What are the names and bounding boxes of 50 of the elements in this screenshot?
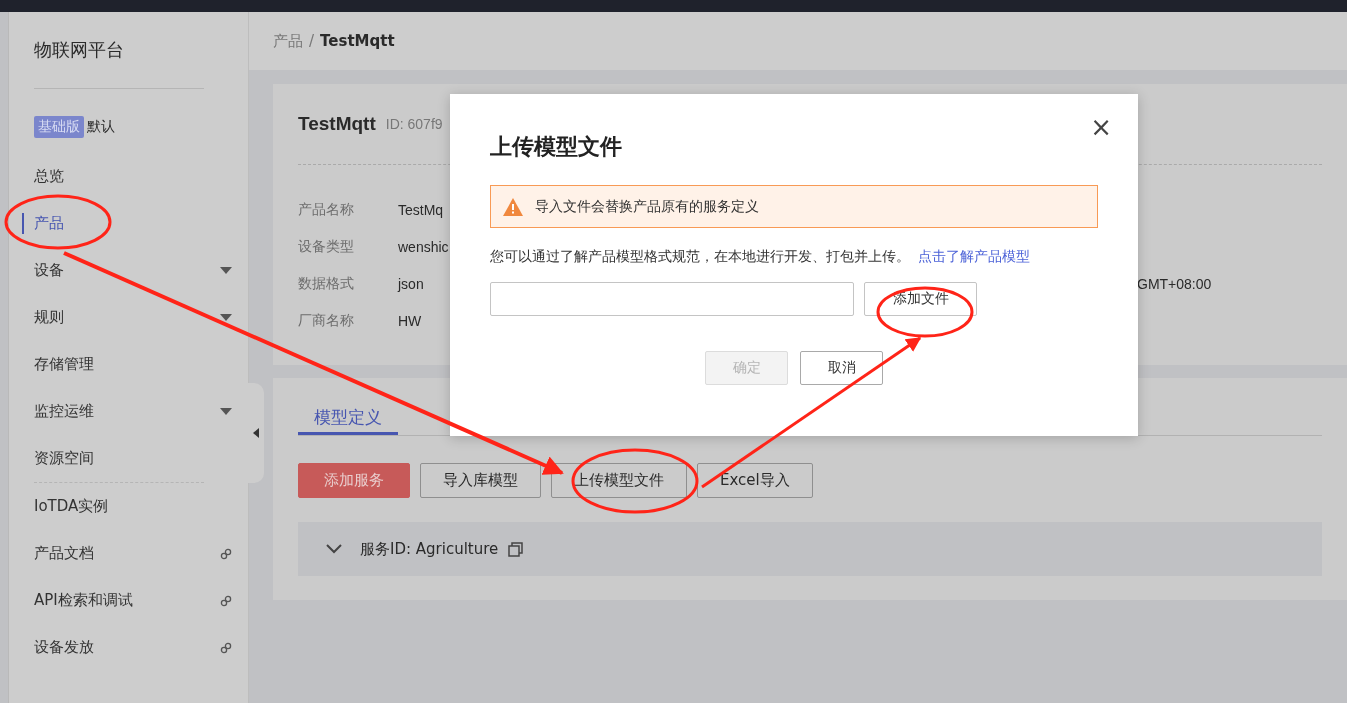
link-icon (220, 641, 232, 654)
edition-badge: 基础版 (34, 116, 84, 138)
chevron-icon[interactable] (326, 544, 342, 554)
detail-label: 厂商名称 (298, 310, 354, 330)
model-doc-link[interactable]: 点击了解产品模型 (918, 248, 1030, 266)
close-button[interactable]: × (1086, 112, 1116, 142)
detail-value: wenshic (398, 237, 449, 257)
file-input-field[interactable] (490, 282, 854, 316)
product-name: TestMqtt (298, 113, 376, 135)
breadcrumb-separator: / (309, 32, 315, 50)
edition-name: 默认 (87, 118, 115, 136)
detail-label: 设备类型 (298, 236, 354, 256)
dropdown-caret-icon (220, 267, 232, 274)
dropdown-caret-icon (220, 408, 232, 415)
sidebar-item[interactable]: 监控运维 (9, 388, 248, 435)
copy-icon[interactable] (508, 541, 524, 557)
platform-title: 物联网平台 (34, 38, 125, 62)
sidebar-item[interactable]: 存储管理 (9, 341, 248, 388)
warning-text: 导入文件会替换产品原有的服务定义 (535, 197, 759, 216)
sidebar-item[interactable]: 设备发放 (9, 624, 248, 671)
dialog-title: 上传模型文件 (490, 133, 623, 161)
action-button[interactable]: Excel导入 (697, 463, 813, 498)
link-icon (220, 594, 232, 607)
breadcrumb-item: TestMqtt (320, 32, 395, 50)
sidebar-item[interactable]: 总览 (9, 153, 248, 200)
dialog-button[interactable]: 取消 (800, 351, 883, 385)
product-id: ID: 607f9 (385, 116, 443, 132)
detail-value: GMT+08:00 (1137, 274, 1212, 294)
collapse-caret-icon[interactable] (253, 428, 259, 438)
detail-label: 产品名称 (298, 199, 354, 219)
sidebar-item[interactable]: API检索和调试 (9, 577, 248, 624)
warning-icon (503, 197, 523, 216)
action-button[interactable]: 导入库模型 (420, 463, 541, 498)
detail-value: HW (398, 311, 422, 331)
dropdown-caret-icon (220, 314, 232, 321)
sidebar-item[interactable]: 规则 (9, 294, 248, 341)
detail-value: json (398, 274, 424, 294)
sidebar-item[interactable]: 产品 (9, 200, 248, 247)
service-row[interactable]: 服务ID: Agriculture (298, 522, 1322, 576)
tab[interactable]: 模型定义 (298, 398, 398, 435)
sidebar-item[interactable]: IoTDA实例 (9, 483, 248, 530)
service-id: 服务ID: Agriculture (360, 539, 499, 559)
sidebar-item[interactable]: 产品文档 (9, 530, 248, 577)
sidebar-item[interactable]: 资源空间 (9, 435, 248, 482)
sidebar-item[interactable]: 设备 (9, 247, 248, 294)
collapse-handle[interactable] (248, 383, 264, 483)
description-text: 您可以通过了解产品模型格式规范，在本地进行开发、打包并上传。 (490, 248, 910, 266)
link-icon (220, 547, 232, 560)
detail-label: 数据格式 (298, 273, 354, 293)
detail-value: TestMq (398, 200, 444, 220)
